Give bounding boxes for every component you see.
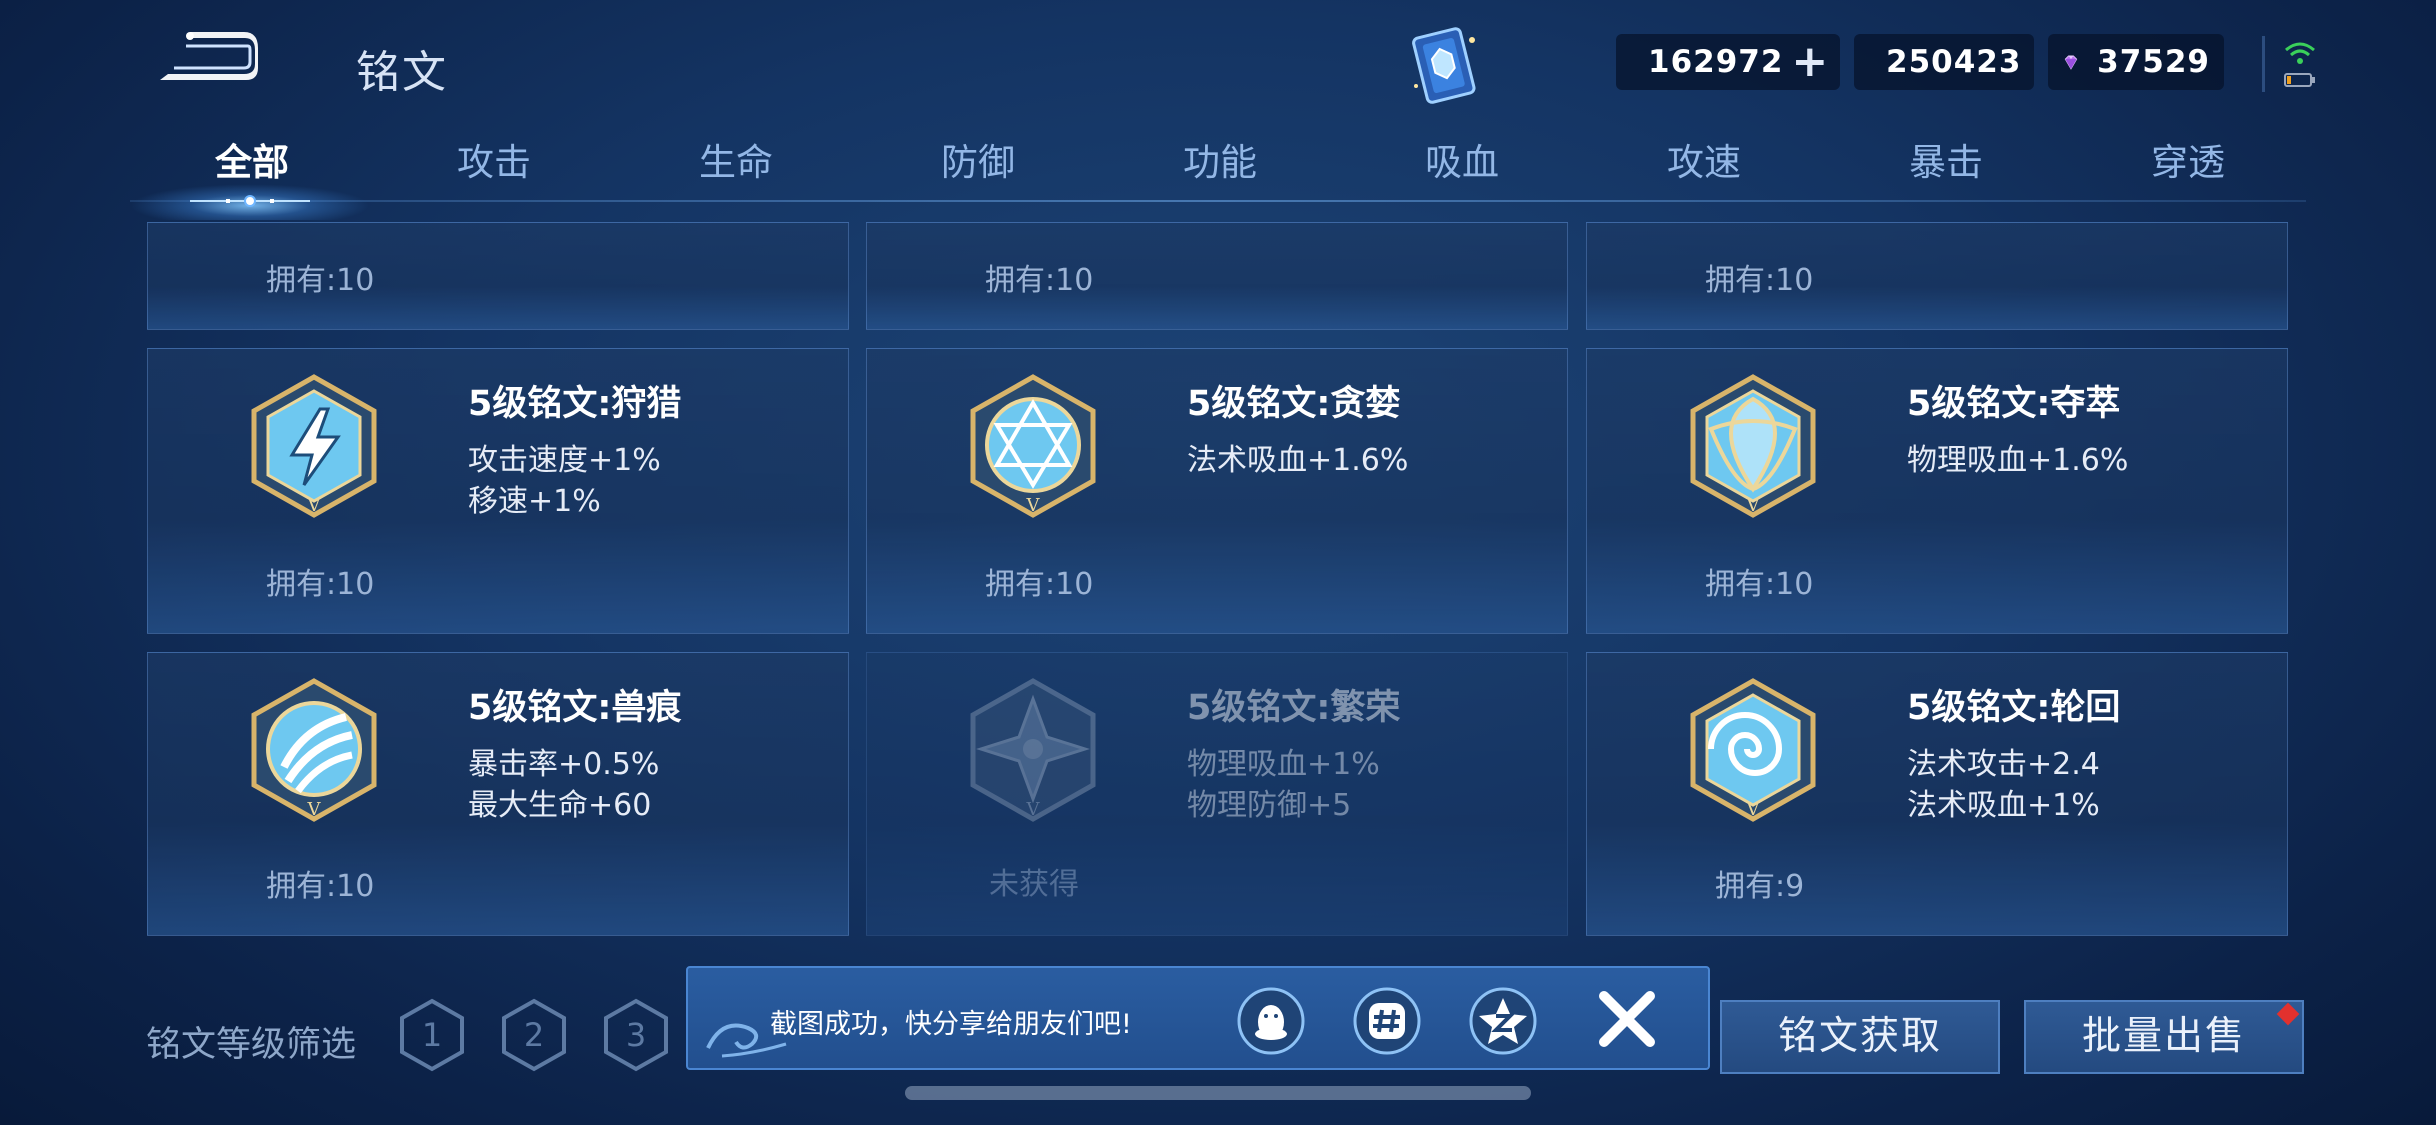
rune-card-beast-mark[interactable]: V 5级铭文:兽痕 暴击率+0.5% 最大生命+60 拥有:10 <box>147 652 849 936</box>
rune-name: 5级铭文:繁荣 <box>1187 688 1401 728</box>
gem-amount: 37529 <box>2097 44 2210 80</box>
tab-all[interactable]: 全部 <box>152 130 352 202</box>
rune-attr: 最大生命+60 <box>468 788 652 823</box>
rune-attr: 移速+1% <box>468 484 601 519</box>
level-filter-3[interactable]: 3 <box>602 998 670 1072</box>
tab-lifesteal[interactable]: 吸血 <box>1362 130 1562 202</box>
rune-attr: 法术吸血+1.6% <box>1187 443 1409 478</box>
diamond-balance[interactable]: 162972 + <box>1616 34 1840 90</box>
wechat-moments-icon[interactable] <box>1352 986 1422 1056</box>
tabs-divider <box>130 200 2306 202</box>
lightning-emblem-icon: V <box>251 374 377 518</box>
spiral-emblem-icon: V <box>1690 678 1816 822</box>
svg-text:V: V <box>1746 799 1761 820</box>
close-icon[interactable] <box>1594 986 1660 1052</box>
level-filter-label: 铭文等级筛选 <box>146 1025 357 1065</box>
svg-text:V: V <box>307 495 322 516</box>
rune-card-partial-1[interactable]: 拥有:10 <box>147 222 849 330</box>
rune-card-greed[interactable]: V 5级铭文:贪婪 法术吸血+1.6% 拥有:10 <box>866 348 1568 634</box>
level-filter-2[interactable]: 2 <box>500 998 568 1072</box>
svg-text:V: V <box>1746 495 1761 516</box>
knot-emblem-icon: V <box>1690 374 1816 518</box>
home-indicator[interactable] <box>905 1086 1531 1100</box>
rune-card-partial-3[interactable]: 拥有:10 <box>1586 222 2288 330</box>
svg-text:1: 1 <box>422 1016 442 1054</box>
star-emblem-icon: V <box>970 374 1096 518</box>
owned-count: 拥有:10 <box>985 263 1094 298</box>
rune-card-seize[interactable]: V 5级铭文:夺萃 物理吸血+1.6% 拥有:10 <box>1586 348 2288 634</box>
bulk-sell-button[interactable]: 批量出售 <box>2024 1000 2304 1074</box>
rune-name: 5级铭文:轮回 <box>1907 688 2121 728</box>
owned-count: 拥有:10 <box>266 567 375 602</box>
qzone-icon[interactable] <box>1468 986 1538 1056</box>
gem-balance: 37529 <box>2048 34 2224 90</box>
rune-card-hunt[interactable]: V 5级铭文:狩猎 攻击速度+1% 移速+1% 拥有:10 <box>147 348 849 634</box>
flower-emblem-icon: V <box>970 678 1096 822</box>
rune-attr: 法术攻击+2.4 <box>1907 747 2100 782</box>
svg-text:V: V <box>1026 799 1041 820</box>
owned-count: 拥有:10 <box>1705 567 1814 602</box>
owned-count: 拥有:10 <box>266 869 375 904</box>
purple-gem-icon <box>2064 55 2078 70</box>
page-title: 铭文 <box>356 47 448 98</box>
add-diamond-button[interactable]: + <box>1791 40 1828 84</box>
owned-count: 拥有:10 <box>985 567 1094 602</box>
rune-attr: 攻击速度+1% <box>468 443 661 478</box>
rune-attr: 法术吸血+1% <box>1907 788 2100 823</box>
rune-name: 5级铭文:狩猎 <box>468 384 682 424</box>
battery-icon <box>2284 73 2315 87</box>
tab-health[interactable]: 生命 <box>636 130 836 202</box>
rune-name: 5级铭文:贪婪 <box>1187 384 1401 424</box>
tab-critical[interactable]: 暴击 <box>1846 130 2046 202</box>
not-obtained-label: 未获得 <box>989 867 1079 902</box>
share-message: 截图成功，快分享给朋友们吧! <box>770 1009 1132 1040</box>
tab-attack[interactable]: 攻击 <box>394 130 594 202</box>
tab-defense[interactable]: 防御 <box>878 130 1078 202</box>
rune-attr: 物理吸血+1.6% <box>1907 443 2129 478</box>
owned-count: 拥有:10 <box>266 263 375 298</box>
rune-card-partial-2[interactable]: 拥有:10 <box>866 222 1568 330</box>
gold-amount: 250423 <box>1886 44 2022 80</box>
rune-acquire-button[interactable]: 铭文获取 <box>1720 1000 2000 1074</box>
svg-text:3: 3 <box>626 1016 646 1054</box>
claw-emblem-icon: V <box>251 678 377 822</box>
rune-attr: 物理吸血+1% <box>1187 747 1380 782</box>
svg-text:V: V <box>1026 495 1041 516</box>
rune-attr: 物理防御+5 <box>1187 788 1352 823</box>
screenshot-share-toast: 截图成功，快分享给朋友们吧! <box>686 966 1710 1070</box>
category-tabs: 全部 攻击 生命 防御 功能 吸血 攻速 暴击 穿透 <box>130 130 2306 202</box>
back-icon[interactable] <box>150 28 260 88</box>
rune-name: 5级铭文:夺萃 <box>1907 384 2121 424</box>
rune-card-reincarnation[interactable]: V 5级铭文:轮回 法术攻击+2.4 法术吸血+1% 拥有:9 <box>1586 652 2288 936</box>
owned-count: 拥有:10 <box>1705 263 1814 298</box>
tab-utility[interactable]: 功能 <box>1120 130 1320 202</box>
tab-attack-speed[interactable]: 攻速 <box>1604 130 1804 202</box>
tab-penetration[interactable]: 穿透 <box>2088 130 2288 202</box>
rune-card-prosperity[interactable]: V 5级铭文:繁荣 物理吸血+1% 物理防御+5 未获得 <box>866 652 1568 936</box>
gold-balance: S 250423 <box>1854 34 2034 90</box>
wifi-icon <box>2285 42 2315 64</box>
rune-name: 5级铭文:兽痕 <box>468 688 682 728</box>
active-tab-indicator <box>190 195 310 207</box>
svg-text:2: 2 <box>524 1016 544 1054</box>
rune-attr: 暴击率+0.5% <box>468 747 660 782</box>
diamond-amount: 162972 <box>1648 44 1784 80</box>
status-divider <box>2262 36 2265 92</box>
qq-icon[interactable] <box>1236 986 1306 1056</box>
level-filter-1[interactable]: 1 <box>398 998 466 1072</box>
owned-count: 拥有:9 <box>1715 869 1805 904</box>
rune-pack-icon[interactable] <box>1402 22 1490 110</box>
svg-text:V: V <box>307 799 322 820</box>
